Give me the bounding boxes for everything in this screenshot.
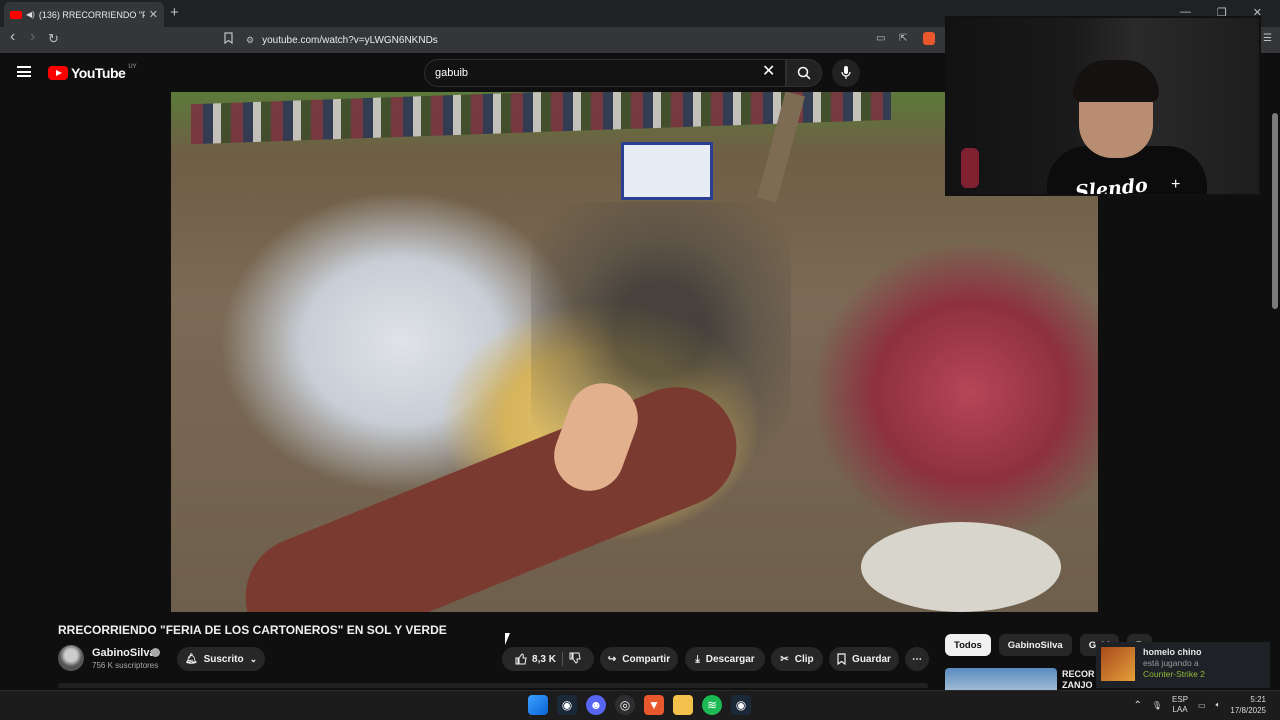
like-divider [561, 652, 563, 666]
youtube-play-icon [48, 66, 68, 80]
youtube-favicon-icon [10, 10, 22, 19]
like-count: 8,3 K [532, 653, 556, 665]
show-hidden-icons-icon[interactable]: ⌃ [1133, 700, 1141, 711]
discord-icon[interactable]: ☻ [586, 695, 606, 715]
back-icon[interactable]: ‹ [10, 28, 15, 46]
channel-avatar[interactable] [58, 645, 84, 671]
address-bar[interactable]: ⚙ youtube.com/watch?v=yLWGN6NKNDs [246, 30, 946, 50]
hamburger-menu-icon[interactable] [17, 66, 31, 77]
share-page-icon[interactable]: ⇱ [899, 33, 907, 44]
webcam-plus-icon: + [1171, 176, 1181, 193]
download-label: Descargar [705, 653, 755, 665]
recommended-video-thumbnail[interactable] [945, 668, 1057, 690]
dislike-button[interactable] [569, 652, 581, 667]
keyboard-layout: LAA [1172, 705, 1188, 714]
forward-icon[interactable]: › [30, 28, 35, 46]
file-explorer-icon[interactable] [673, 695, 693, 715]
scrollbar-thumb[interactable] [1272, 113, 1278, 309]
save-label: Guardar [852, 653, 891, 665]
subscribed-button[interactable]: 🔔︎ Suscrito ⌄ [177, 647, 265, 671]
friend-name: homelo chino [1143, 647, 1202, 657]
channel-name[interactable]: GabinoSilva [92, 647, 156, 659]
subscribed-label: Suscrito [203, 653, 244, 665]
chevron-down-icon: ⌄ [249, 653, 258, 664]
steam-icon[interactable]: ◉ [557, 695, 577, 715]
like-dislike-group: 8,3 K [502, 647, 594, 671]
microphone-tray-icon[interactable]: 🎙︎ [1152, 701, 1162, 710]
search-icon [797, 66, 811, 80]
like-button[interactable]: 8,3 K [515, 653, 556, 665]
clock-time: 5:21 [1250, 695, 1266, 704]
input-language[interactable]: ESP LAA [1172, 695, 1188, 715]
spotify-icon[interactable]: ≋ [702, 695, 722, 715]
clock-date: 17/8/2025 [1230, 706, 1266, 715]
share-icon: ↪ [607, 653, 617, 665]
search-button[interactable] [786, 59, 822, 87]
friend-avatar [1101, 647, 1135, 681]
youtube-wordmark: YouTube [71, 65, 126, 81]
webcam-person-hair [1073, 60, 1159, 102]
verified-icon [151, 648, 160, 657]
windows-start-icon[interactable] [528, 695, 548, 715]
bookmark-icon[interactable] [224, 32, 233, 47]
save-bookmark-icon [837, 653, 846, 665]
mouse-cursor [505, 633, 510, 645]
tab-close-icon[interactable]: ✕ [149, 8, 158, 21]
reload-icon[interactable]: ↻ [48, 31, 59, 47]
bell-icon: 🔔︎ [184, 653, 198, 665]
scissors-icon: ✂ [780, 653, 789, 665]
tab-title: (136) RRECORRIENDO "FERIA [38, 9, 145, 20]
browser-tab[interactable]: ◀) (136) RRECORRIENDO "FERIA ✕ [4, 2, 164, 27]
obs-icon[interactable]: ◎ [615, 695, 635, 715]
audio-playing-icon[interactable]: ◀) [26, 10, 35, 19]
thumbs-up-icon [515, 653, 527, 665]
subscriber-count: 756 K suscriptores [92, 661, 159, 670]
video-cardboard-box [621, 142, 713, 200]
download-icon: ⤓ [695, 653, 700, 665]
thumbs-down-icon [569, 652, 581, 664]
language-code: ESP [1172, 695, 1189, 704]
steam-client-icon[interactable]: ◉ [731, 695, 751, 715]
share-button[interactable]: ↪ Compartir [600, 647, 678, 671]
microphone-icon [841, 66, 851, 79]
brave-shield-icon[interactable] [923, 32, 935, 45]
voice-search-button[interactable] [832, 59, 860, 87]
friend-game: Counter-Strike 2 [1143, 669, 1205, 679]
steam-notification[interactable]: homelo chino está jugando a Counter-Stri… [1096, 642, 1270, 688]
download-button[interactable]: ⤓ Descargar [685, 647, 765, 671]
page-scrollbar[interactable] [1270, 53, 1280, 693]
network-icon[interactable]: ▭ [1198, 701, 1206, 710]
more-actions-button[interactable]: ⋯ [905, 647, 929, 671]
webcam-microphone [961, 148, 979, 188]
clear-search-icon[interactable]: ✕ [762, 64, 775, 80]
chip-channel[interactable]: GabinoSilva [998, 634, 1072, 656]
clock[interactable]: 5:21 17/8/2025 [1230, 694, 1266, 716]
youtube-logo[interactable]: YouTube UY [48, 64, 137, 81]
volume-icon[interactable]: 🔈︎ [1216, 700, 1221, 710]
url-text: youtube.com/watch?v=yLWGN6NKNDs [262, 34, 438, 46]
clip-label: Clip [794, 653, 814, 665]
share-label: Compartir [622, 653, 671, 665]
friend-status: está jugando a [1143, 658, 1199, 668]
windows-taskbar: ◉ ☻ ◎ ▼ ≋ ◉ ⌃ 🎙︎ ESP LAA ▭ 🔈︎ 5:21 17/8/… [0, 690, 1280, 720]
search-input[interactable]: gabuib [424, 59, 786, 87]
system-tray: ⌃ 🎙︎ ESP LAA ▭ 🔈︎ 5:21 17/8/2025 [1133, 694, 1266, 716]
chip-all[interactable]: Todos [945, 634, 991, 656]
site-settings-icon[interactable]: ⚙ [246, 35, 254, 46]
description-box-edge[interactable] [58, 683, 928, 688]
streamer-webcam: Slendo + [945, 16, 1261, 196]
video-arm [227, 368, 755, 612]
video-title: RRECORRIENDO "FERIA DE LOS CARTONEROS" E… [58, 623, 447, 637]
clip-button[interactable]: ✂ Clip [771, 647, 823, 671]
new-tab-button[interactable]: + [170, 4, 179, 21]
cast-icon[interactable]: ▭ [876, 33, 885, 44]
brave-browser-icon[interactable]: ▼ [644, 695, 664, 715]
country-code: UY [128, 64, 137, 70]
browser-menu-icon[interactable]: ☰ [1263, 33, 1272, 44]
video-white-bag [861, 522, 1061, 612]
notification-text: homelo chino está jugando a Counter-Stri… [1143, 647, 1205, 683]
taskbar-apps: ◉ ☻ ◎ ▼ ≋ ◉ [528, 695, 751, 715]
save-button[interactable]: Guardar [829, 647, 899, 671]
